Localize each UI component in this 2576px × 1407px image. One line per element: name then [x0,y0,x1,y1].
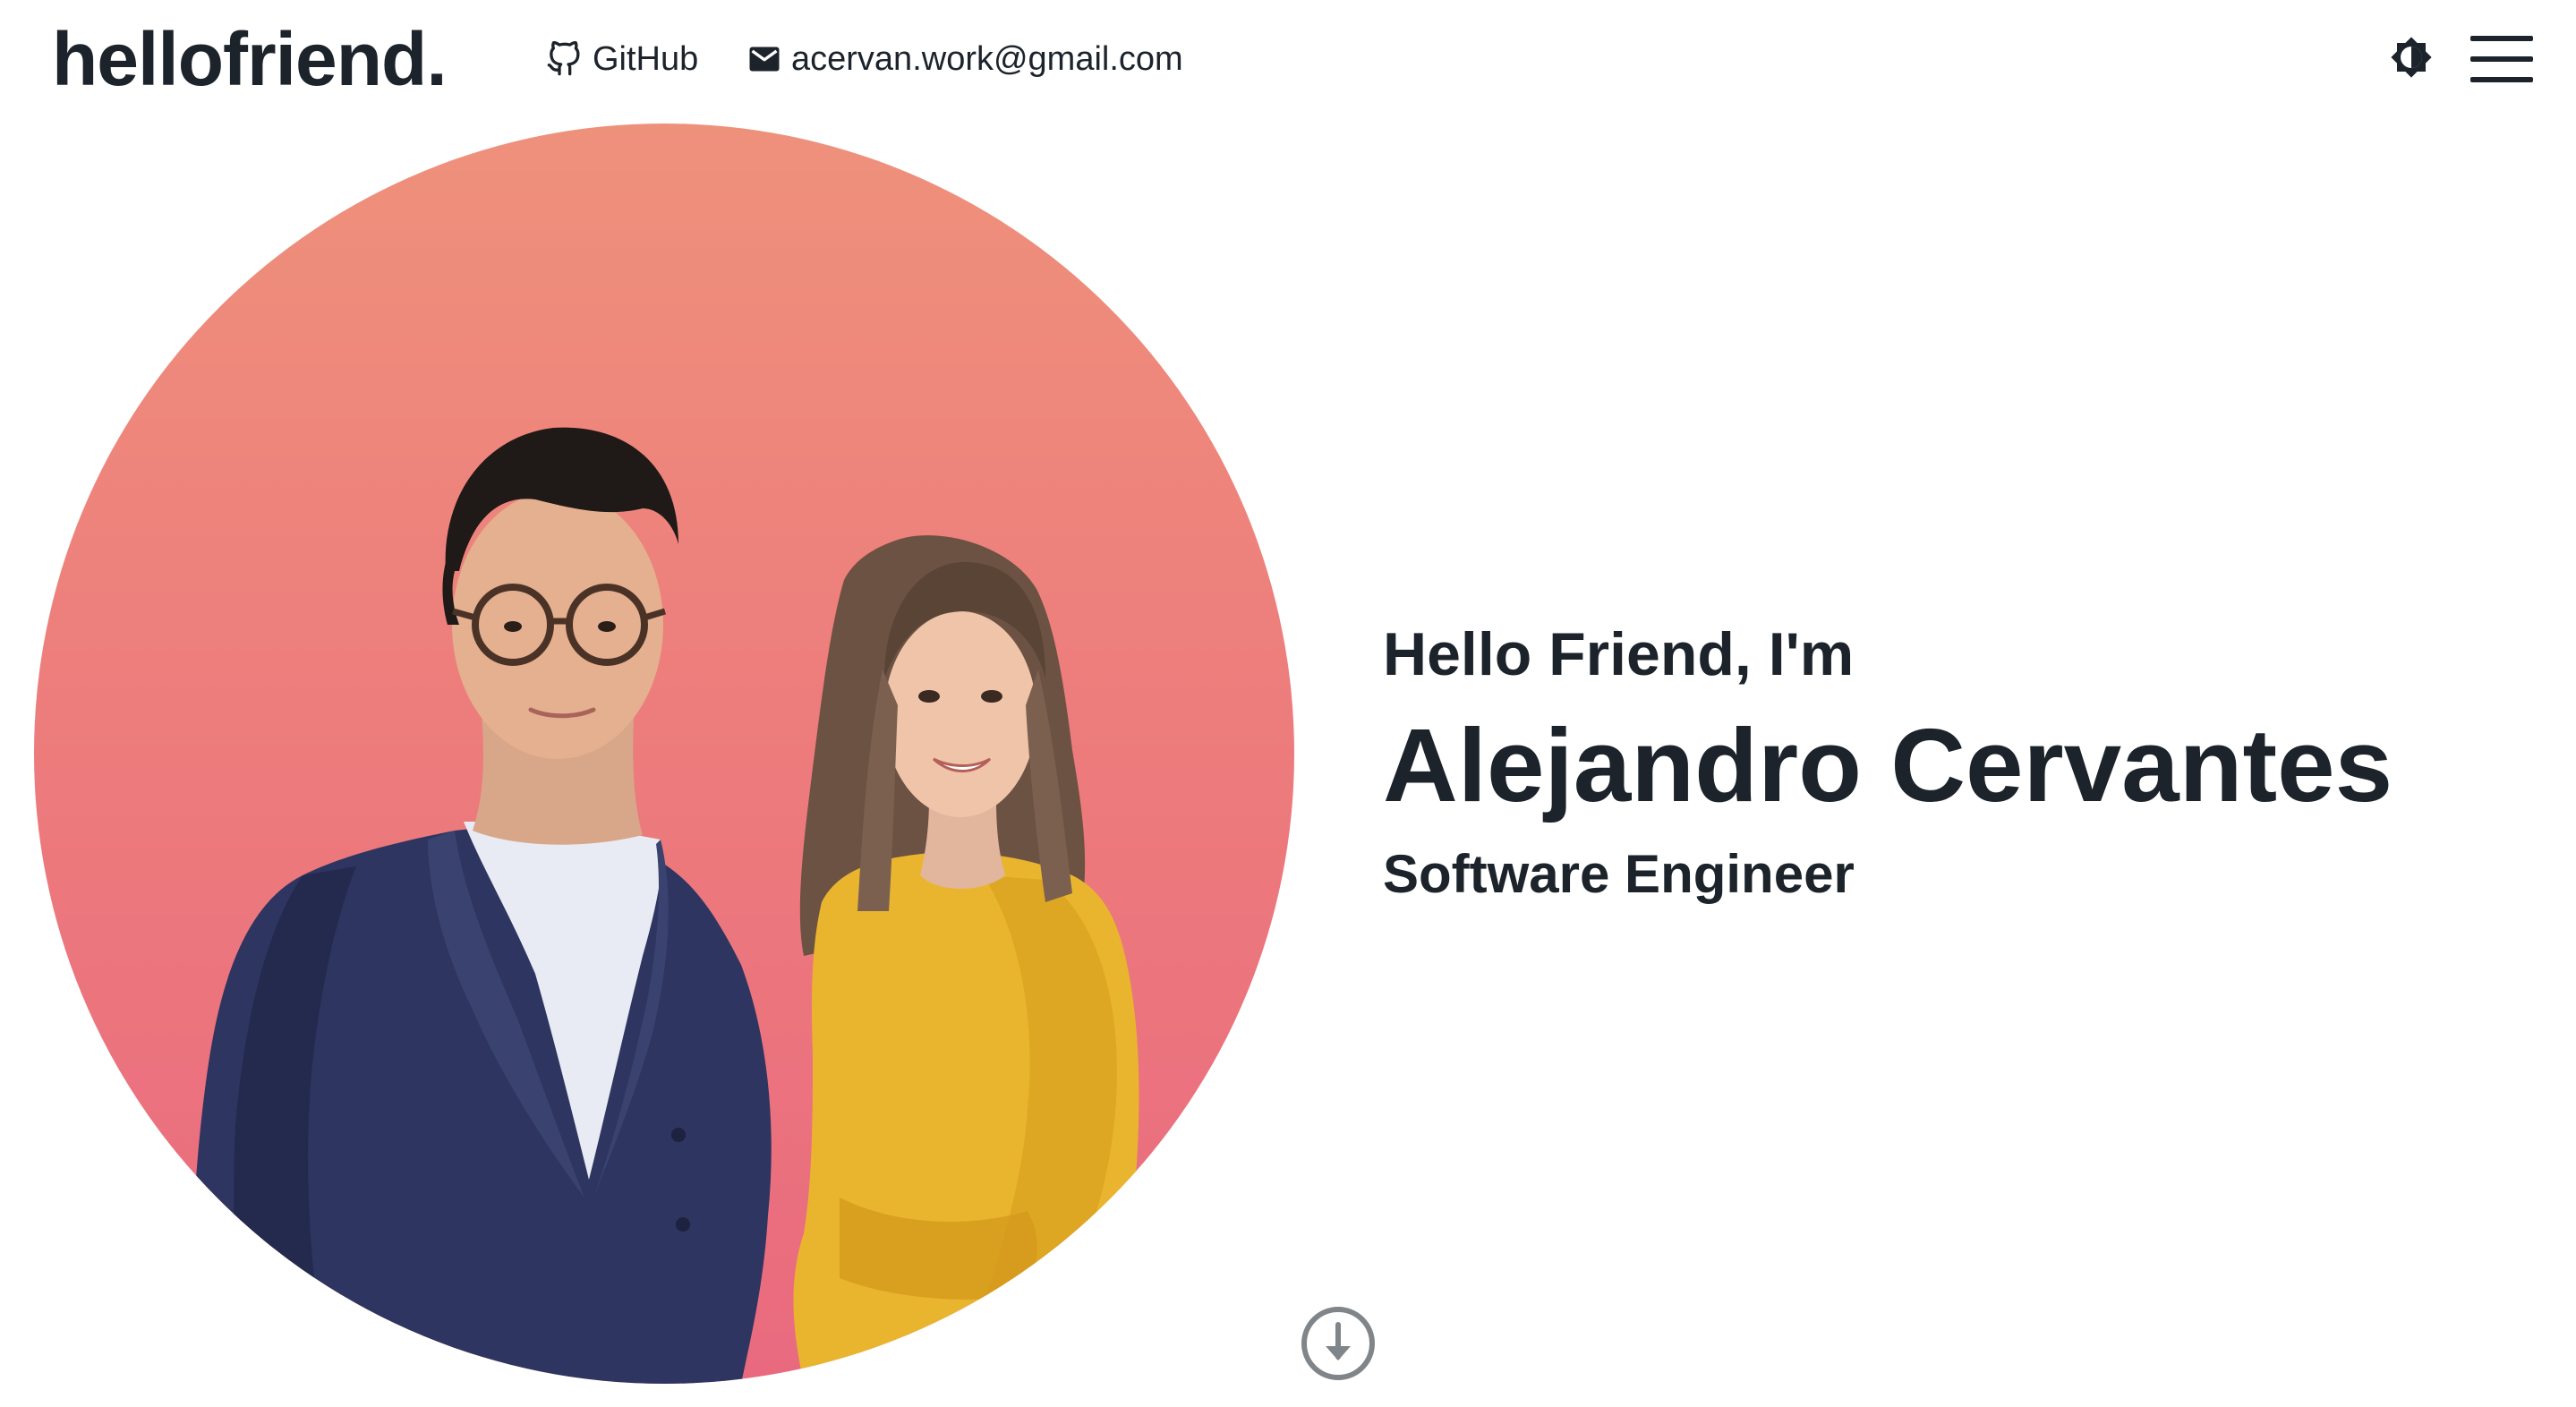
hero-greeting: Hello Friend, I'm [1383,620,1855,688]
site-logo[interactable]: hellofriend. [52,16,448,102]
brightness-icon [2390,36,2433,83]
hero-role: Software Engineer [1383,844,1855,904]
page: hellofriend. GitHub acervan.work@gmail.c… [0,0,2576,1407]
hero-name: Alejandro Cervantes [1383,707,2393,823]
nav-email-link[interactable]: acervan.work@gmail.com [748,34,1183,84]
github-icon [546,41,582,77]
hero-text: Hello Friend, I'm Alejandro Cervantes So… [1383,614,2393,915]
nav-github-link[interactable]: GitHub [546,34,698,84]
scroll-down-button[interactable] [1300,1305,1377,1382]
nav-github-label: GitHub [593,39,699,78]
menu-button[interactable] [2470,32,2533,86]
mail-icon [748,46,780,72]
arrow-down-circle-icon [1300,1307,1377,1386]
portrait-photo [34,124,1294,1384]
nav-email-label: acervan.work@gmail.com [791,39,1183,78]
theme-toggle-button[interactable] [2386,34,2436,84]
